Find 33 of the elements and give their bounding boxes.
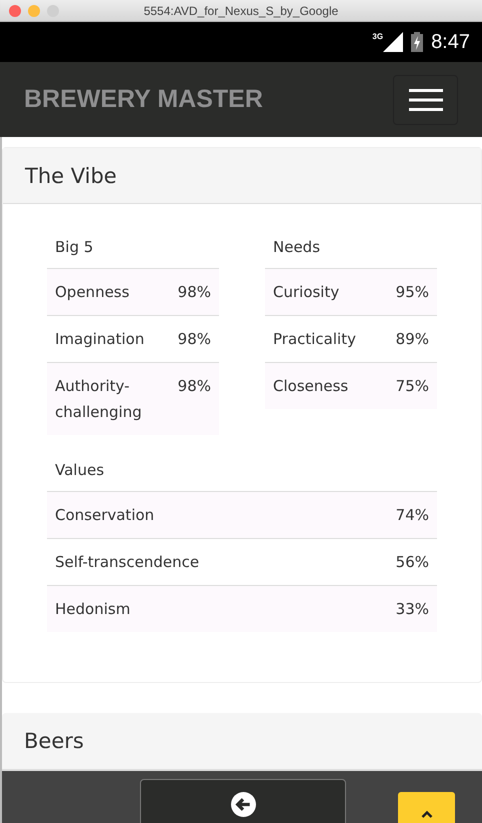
- back-button[interactable]: [140, 779, 346, 823]
- card-title: Beers: [24, 729, 84, 753]
- trait-percent: 33%: [396, 599, 429, 620]
- card-title: The Vibe: [25, 164, 117, 188]
- trait-label: Closeness: [273, 376, 348, 397]
- trait-label: Imagination: [55, 329, 144, 350]
- trait-label: Self-transcendence: [55, 552, 200, 573]
- trait-percent: 75%: [396, 376, 429, 397]
- trait-percent: 98%: [178, 282, 211, 303]
- brand-title[interactable]: BREWERY MASTER: [24, 85, 263, 114]
- minimize-icon[interactable]: [28, 4, 40, 16]
- close-icon[interactable]: [9, 4, 21, 16]
- trait-label: Openness: [55, 282, 130, 303]
- signal-icon: [383, 32, 404, 52]
- network-label: 3G: [372, 32, 384, 41]
- trait-percent: 74%: [396, 505, 429, 526]
- caret-up-icon: [420, 810, 432, 818]
- battery-charging-icon: [411, 32, 424, 52]
- trait-percent: 98%: [178, 376, 211, 397]
- trait-label: Conservation: [55, 505, 154, 526]
- trait-percent: 89%: [396, 329, 429, 350]
- trait-label: Authority-challenging: [55, 376, 143, 423]
- scroll-top-button[interactable]: [398, 792, 455, 823]
- trait-label: Practicality: [273, 329, 356, 350]
- menu-button[interactable]: [393, 74, 458, 124]
- trait-label: Curiosity: [273, 282, 340, 303]
- menu-icon: [408, 88, 442, 110]
- trait-percent: 56%: [396, 552, 429, 573]
- trait-percent: 98%: [178, 329, 211, 350]
- window-title: 5554:AVD_for_Nexus_S_by_Google: [144, 4, 338, 18]
- trait-percent: 95%: [396, 282, 429, 303]
- clock-time: 8:47: [431, 30, 470, 54]
- trait-label: Hedonism: [55, 599, 130, 620]
